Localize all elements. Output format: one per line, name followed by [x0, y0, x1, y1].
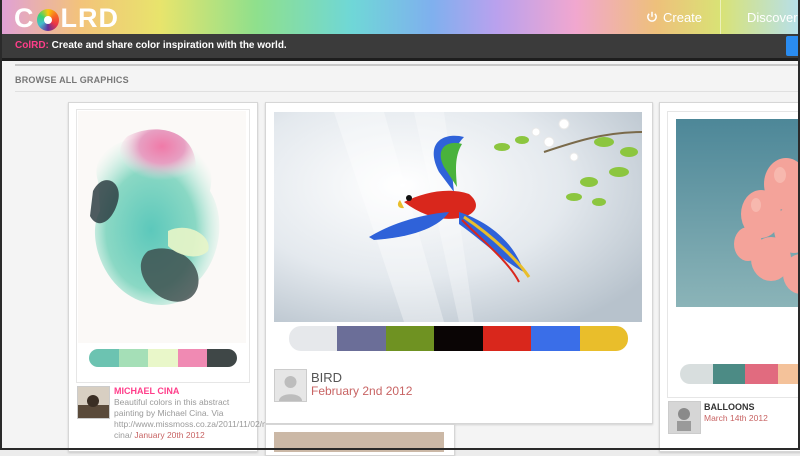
- window-border: [0, 0, 800, 450]
